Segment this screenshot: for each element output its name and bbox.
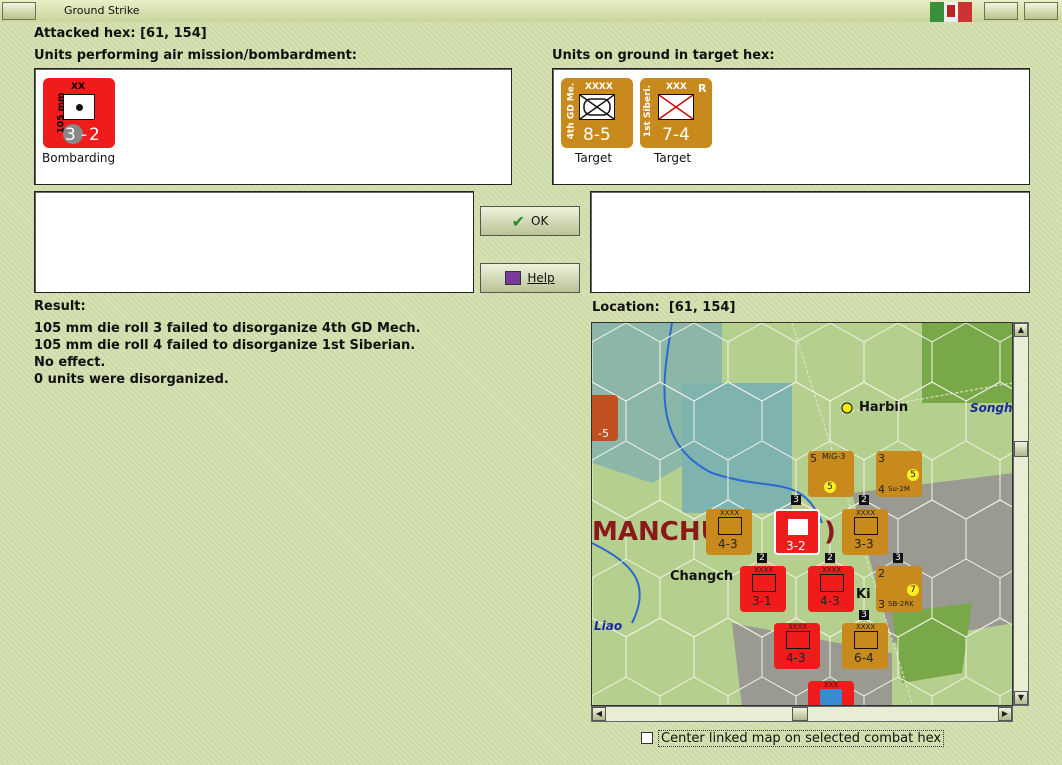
scroll-left-icon[interactable]: ◀ bbox=[592, 707, 606, 721]
map-unit-counter[interactable]: XXXX 3-1 bbox=[740, 566, 786, 612]
map-unit-counter[interactable]: XXXX 4-3 bbox=[706, 509, 752, 555]
map-vertical-scrollbar[interactable]: ▲ ▼ bbox=[1013, 322, 1029, 706]
ground-units-heading: Units on ground in target hex: bbox=[552, 48, 775, 63]
mech-infantry-icon bbox=[579, 94, 615, 120]
city-label: Changch bbox=[670, 569, 734, 584]
map-aircraft-counter[interactable]: 5 MiG-3 5 bbox=[808, 451, 854, 497]
unit-size-mark: XX bbox=[71, 82, 85, 92]
map-unit-counter[interactable]: XXXX 4-3 bbox=[774, 623, 820, 669]
map-selected-unit-counter[interactable]: 3-2 bbox=[774, 509, 820, 555]
stack-count-badge: 3 bbox=[859, 610, 869, 620]
air-unit-caption: Bombarding bbox=[42, 151, 116, 165]
map-aircraft-counter[interactable]: 2 3 SB-2RK 7 bbox=[876, 566, 922, 612]
location-label: Location: [61, 154] bbox=[592, 300, 736, 315]
map-horizontal-scrollbar[interactable]: ◀ ▶ bbox=[591, 706, 1013, 722]
artillery-icon bbox=[63, 94, 95, 120]
result-label: Result: bbox=[34, 299, 86, 314]
river-label: Liao bbox=[594, 619, 623, 633]
unit-name: 4th GD Me. bbox=[566, 82, 577, 140]
city-label: Harbin bbox=[859, 400, 909, 415]
ground-unit-counter[interactable]: XXXX 4th GD Me. 8-5 bbox=[561, 78, 633, 148]
scroll-right-icon[interactable]: ▶ bbox=[998, 707, 1012, 721]
reserve-mark: R bbox=[698, 82, 707, 95]
map-unit-counter[interactable]: XXXX 3-3 bbox=[842, 509, 888, 555]
system-menu-button[interactable] bbox=[2, 2, 36, 20]
city-label: Ki bbox=[856, 587, 871, 602]
infantry-icon bbox=[658, 94, 694, 120]
left-details-panel bbox=[34, 191, 474, 293]
ground-units-panel: XXXX 4th GD Me. 8-5 Target XXX R 1st Sib… bbox=[552, 68, 1030, 185]
map-aircraft-counter[interactable]: 3 4 Su-2M 5 bbox=[876, 451, 922, 497]
unit-name: 1st Siberi. bbox=[643, 84, 654, 138]
map-unit-counter[interactable]: XXX bbox=[808, 681, 854, 705]
result-text: 105 mm die roll 3 failed to disorganize … bbox=[34, 321, 421, 387]
attacked-hex-label: Attacked hex: [61, 154] bbox=[34, 26, 207, 41]
minimize-button[interactable] bbox=[984, 2, 1018, 20]
checkmark-icon: ✔ bbox=[511, 211, 526, 231]
map-unit-counter[interactable]: XXXX 6-4 bbox=[842, 623, 888, 669]
close-button[interactable] bbox=[1024, 2, 1058, 20]
right-details-panel bbox=[590, 191, 1030, 293]
flag-icon bbox=[930, 2, 972, 22]
scroll-down-icon[interactable]: ▼ bbox=[1014, 691, 1028, 705]
scroll-thumb[interactable] bbox=[1014, 441, 1028, 457]
air-units-panel: XX 105 mm 3 - 2 Bombarding bbox=[34, 68, 512, 185]
stack-count-badge: 2 bbox=[825, 553, 835, 563]
help-book-icon bbox=[505, 271, 522, 285]
stack-count-badge: 2 bbox=[757, 553, 767, 563]
region-label: MANCHU bbox=[592, 517, 722, 547]
ground-unit-caption: Target bbox=[654, 151, 692, 165]
ground-unit-counter[interactable]: XXX R 1st Siberi. 7-4 bbox=[640, 78, 712, 148]
center-map-label[interactable]: Center linked map on selected combat hex bbox=[658, 730, 945, 747]
scroll-thumb[interactable] bbox=[792, 707, 808, 721]
stack-count-badge: 3 bbox=[893, 553, 903, 563]
window-title: Ground Strike bbox=[64, 4, 140, 17]
help-button[interactable]: Help bbox=[480, 263, 580, 293]
air-units-heading: Units performing air mission/bombardment… bbox=[34, 48, 358, 63]
stack-count-badge: 2 bbox=[859, 495, 869, 505]
stack-count-badge: 3 bbox=[791, 495, 801, 505]
scroll-up-icon[interactable]: ▲ bbox=[1014, 323, 1028, 337]
ground-unit-caption: Target bbox=[575, 151, 613, 165]
map-unit-counter[interactable]: -5 bbox=[592, 395, 618, 441]
location-map[interactable]: MANCHU ) Harbin Changch Ki Songh Liao -5… bbox=[591, 322, 1013, 706]
map-unit-counter[interactable]: XXXX 4-3 bbox=[808, 566, 854, 612]
river-label: Songh bbox=[970, 401, 1013, 415]
air-unit-counter[interactable]: XX 105 mm 3 - 2 bbox=[43, 78, 115, 148]
ok-button[interactable]: ✔ OK bbox=[480, 206, 580, 236]
center-map-checkbox[interactable] bbox=[641, 732, 653, 744]
title-bar: Ground Strike bbox=[0, 0, 1062, 23]
